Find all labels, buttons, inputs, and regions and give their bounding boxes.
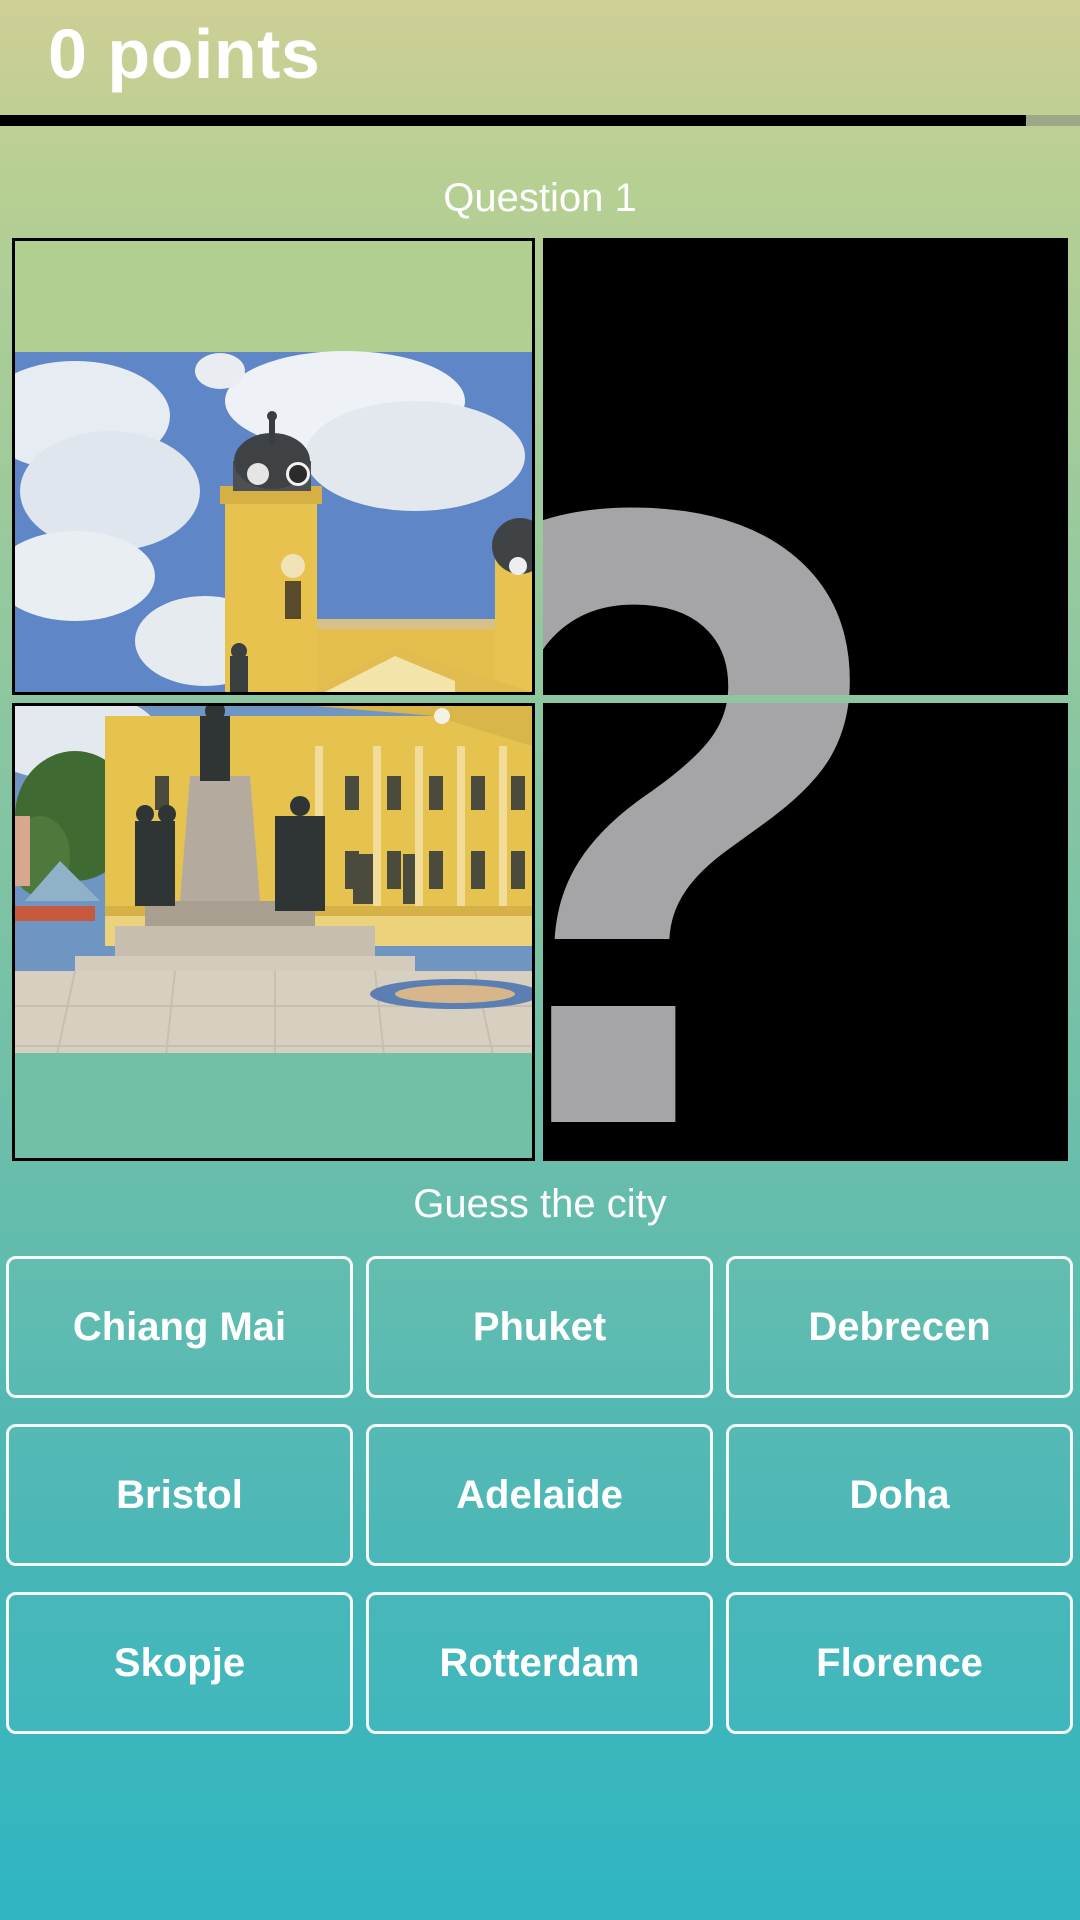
answer-button-1[interactable]: Chiang Mai: [6, 1256, 353, 1398]
answer-button-4[interactable]: Bristol: [6, 1424, 353, 1566]
answer-button-5[interactable]: Adelaide: [366, 1424, 713, 1566]
puzzle-tile-revealed-bottom-left: [12, 703, 535, 1161]
question-mark-icon: ?: [543, 378, 901, 696]
puzzle-tile-revealed-top-left: [12, 238, 535, 695]
answer-button-2[interactable]: Phuket: [366, 1256, 713, 1398]
answer-button-3[interactable]: Debrecen: [726, 1256, 1073, 1398]
answer-button-8[interactable]: Rotterdam: [366, 1592, 713, 1734]
timer-progress-bar: [0, 115, 1080, 126]
answer-button-7[interactable]: Skopje: [6, 1592, 353, 1734]
answer-button-9[interactable]: Florence: [726, 1592, 1073, 1734]
score-label: 0 points: [48, 15, 321, 93]
timer-progress-fill: [0, 115, 1026, 126]
question-title: Question 1: [443, 176, 637, 220]
answer-button-6[interactable]: Doha: [726, 1424, 1073, 1566]
question-prompt: Guess the city: [413, 1182, 667, 1226]
puzzle-tile-hidden-bottom-right[interactable]: ?: [543, 703, 1068, 1161]
header: 0 points: [0, 0, 1080, 115]
church-square-photo-fragment: [15, 706, 532, 1158]
question-mark-icon: ?: [543, 703, 901, 1161]
puzzle-tile-hidden-top-right[interactable]: ?: [543, 238, 1068, 695]
church-tower-photo-fragment: [15, 241, 532, 692]
